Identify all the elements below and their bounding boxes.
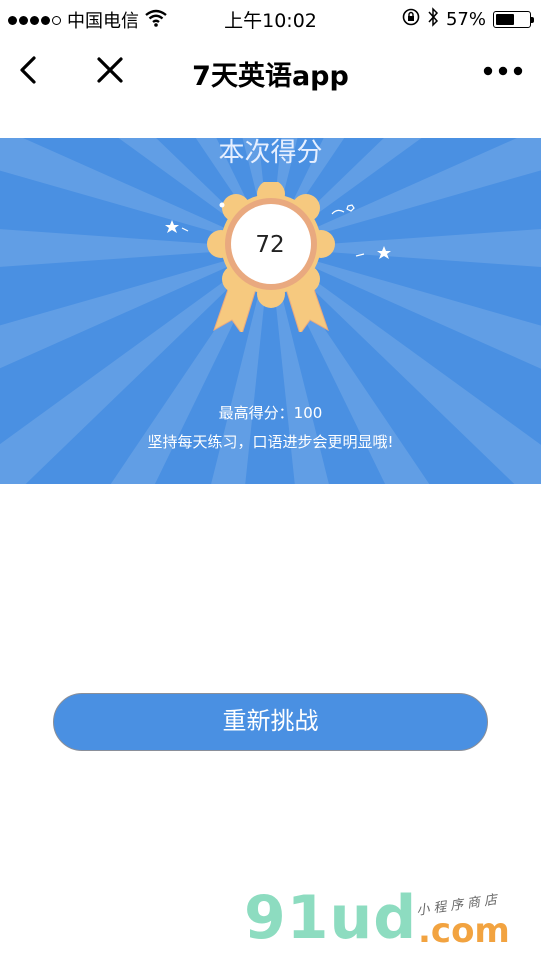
bluetooth-icon	[427, 7, 439, 32]
rotation-lock-icon	[402, 8, 420, 31]
result-banner: 本次得分 72 最高得分：100 坚持每天练习，口语进步会更明显哦!	[0, 138, 541, 484]
more-icon[interactable]	[479, 56, 527, 86]
page-title: 7天英语app	[192, 61, 349, 92]
nav-bar: 7天英语app	[0, 36, 541, 108]
watermark-brand: 91ud	[244, 883, 418, 953]
watermark-logo: 91ud 小程序商店 .com	[240, 880, 541, 960]
best-score-text: 最高得分：100	[218, 404, 323, 422]
battery-fill	[496, 14, 515, 25]
encouragement-text: 坚持每天练习，口语进步会更明显哦!	[147, 433, 394, 451]
score-heading: 本次得分	[218, 138, 323, 168]
watermark-domain: .com	[418, 911, 510, 951]
battery-percent: 57%	[445, 9, 486, 30]
sparkles-icon	[165, 202, 391, 259]
battery-icon	[493, 11, 534, 28]
retry-button[interactable]: 重新挑战	[53, 693, 488, 751]
status-right: 57%	[402, 7, 534, 32]
status-bar: 中国电信 上午10:02 57%	[0, 0, 541, 36]
